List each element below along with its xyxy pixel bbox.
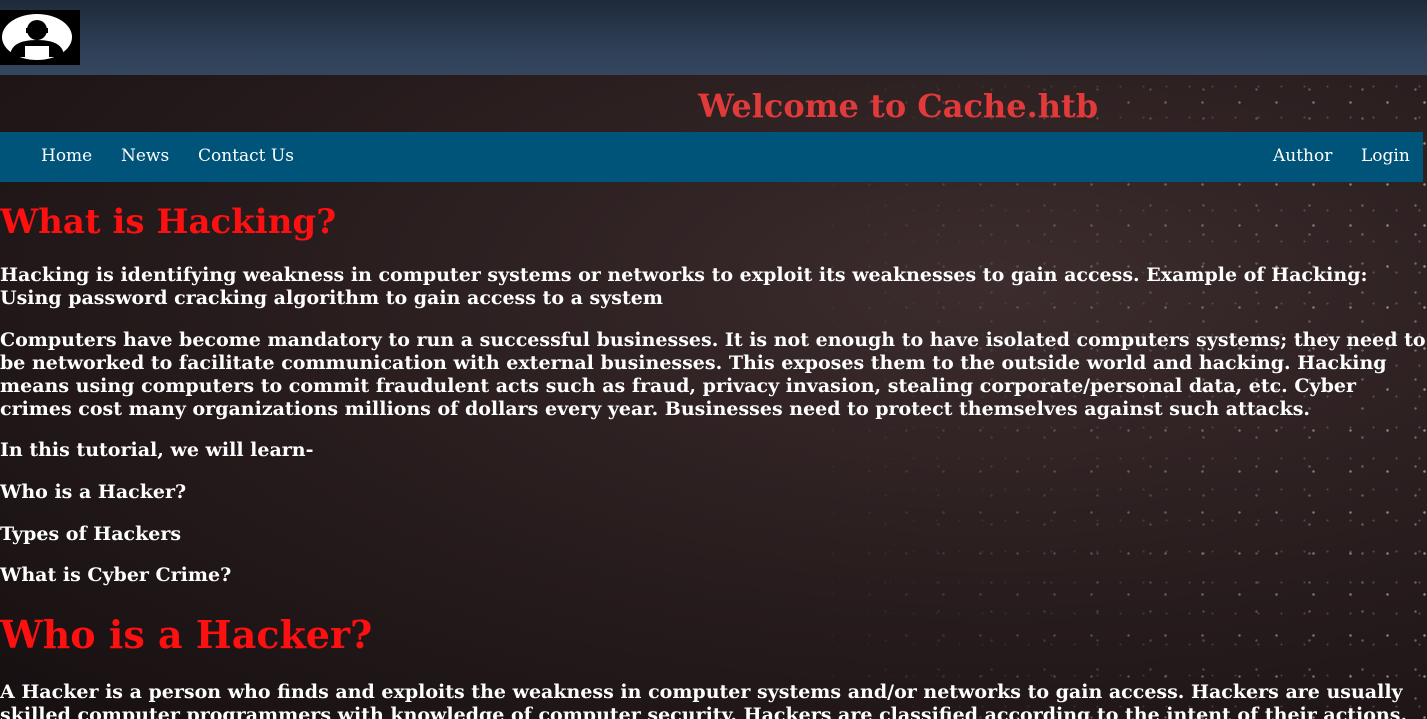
list-item-who-is-hacker: Who is a Hacker? [0,481,187,503]
site-title: Welcome to Cache.htb [698,87,1099,125]
paragraph-hacker-definition: A Hacker is a person who finds and explo… [0,681,1408,719]
nav-home[interactable]: Home [41,146,92,166]
paragraph-hacking-definition: Hacking is identifying weakness in compu… [0,264,1368,309]
nav-author[interactable]: Author [1273,146,1332,166]
heading-what-is-hacking: What is Hacking? [0,202,337,242]
nav-login[interactable]: Login [1361,146,1410,166]
heading-who-is-hacker: Who is a Hacker? [0,612,373,657]
hacker-icon [2,14,72,60]
top-banner [0,0,1427,75]
nav-contact-us[interactable]: Contact Us [198,146,294,166]
site-logo[interactable] [0,10,80,65]
nav-news[interactable]: News [121,146,169,166]
main-navbar: Home News Contact Us Author Login [0,132,1423,182]
list-item-cyber-crime: What is Cyber Crime? [0,564,232,586]
main-content: What is Hacking? Hacking is identifying … [0,200,1427,719]
paragraph-tutorial-intro: In this tutorial, we will learn- [0,439,314,461]
paragraph-computers: Computers have become mandatory to run a… [0,329,1426,420]
list-item-types-of-hackers: Types of Hackers [0,523,182,545]
